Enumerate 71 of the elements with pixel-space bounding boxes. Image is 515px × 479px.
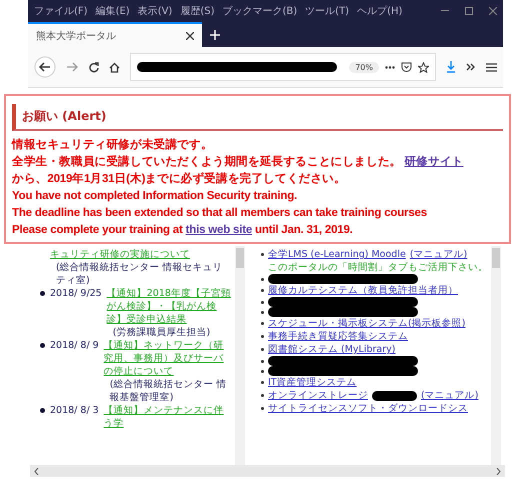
scrollbar[interactable] xyxy=(235,246,245,465)
address-bar[interactable]: 70% xyxy=(130,53,436,81)
browser-tab[interactable]: 熊本大学ポータル xyxy=(28,22,202,47)
bullet-icon xyxy=(261,310,264,314)
bullet-icon xyxy=(261,300,264,304)
system-link[interactable]: オンラインストレージ xyxy=(268,389,368,402)
news-department: (労務課職員厚生担当) xyxy=(112,326,212,339)
training-link[interactable]: this web site xyxy=(186,224,252,236)
news-date: 2018/ 8/ 3 xyxy=(50,404,99,418)
alert-text: から、2019年1月31日(木)までに必ず受講を完了してください。 xyxy=(12,173,346,185)
bullet-icon xyxy=(40,291,45,296)
bullet-icon xyxy=(261,370,264,372)
overflow-icon[interactable] xyxy=(466,63,476,71)
news-department: (総合情報統括センター 情報基盤管理室) xyxy=(108,378,228,404)
scrollbar[interactable] xyxy=(491,246,501,465)
plus-icon[interactable] xyxy=(210,30,220,40)
system-link[interactable]: 事務手続き質疑応答集システム xyxy=(268,330,408,343)
download-icon[interactable] xyxy=(446,61,456,73)
horizontal-scrollbar[interactable] xyxy=(30,465,505,477)
alert-title: お願い (Alert) xyxy=(12,104,503,131)
news-department: (総合情報統括センター 情報セキュリティ室) xyxy=(55,261,224,287)
manual-link[interactable]: (マニュアル) xyxy=(410,248,468,261)
bullet-icon xyxy=(261,348,264,351)
back-icon[interactable] xyxy=(34,56,56,78)
menu-item[interactable]: ファイル(F) xyxy=(34,4,88,18)
bullet-icon xyxy=(261,289,264,292)
reload-icon[interactable] xyxy=(88,62,99,72)
bullet-icon xyxy=(261,322,264,325)
alert-text: 全学生・教職員に受講していただくよう期間を延長することにしました。 xyxy=(12,156,402,168)
zoom-level[interactable]: 70% xyxy=(349,62,379,72)
alert-text: until Jan. 31, 2019. xyxy=(254,224,353,236)
system-link[interactable]: IT資産管理システム xyxy=(268,376,357,389)
menu-item[interactable]: 表示(V) xyxy=(138,4,172,18)
alert-text: Please complete your training at xyxy=(12,224,184,236)
bullet-icon xyxy=(261,381,264,384)
star-icon[interactable] xyxy=(418,62,429,72)
menu-item[interactable]: 編集(E) xyxy=(96,4,130,18)
minimize-icon[interactable] xyxy=(441,10,449,12)
home-icon[interactable] xyxy=(109,62,120,72)
system-link[interactable]: スケジュール・掲示板システム(掲示板参照) xyxy=(268,317,466,330)
menu-item[interactable]: ブックマーク(B) xyxy=(222,4,298,18)
alert-text: You have not completed Information Security training. xyxy=(12,190,298,202)
alert-text: 情報セキュリティ研修が未受講です。 xyxy=(12,139,213,151)
portal-note: このポータルの「時間割」タブもご活用下さい。 xyxy=(267,261,487,274)
bullet-icon xyxy=(261,335,264,338)
more-icon[interactable] xyxy=(385,66,395,68)
bullet-icon xyxy=(261,278,264,280)
news-date: 2018/ 8/ 9 xyxy=(50,339,99,353)
system-link[interactable]: 全学LMS (e-Learning) Moodle xyxy=(268,248,406,261)
forward-icon[interactable] xyxy=(66,62,78,72)
maximize-icon[interactable] xyxy=(465,7,473,15)
system-link[interactable]: 図書館システム (MyLibrary) xyxy=(268,343,396,356)
menu-item[interactable]: 履歴(S) xyxy=(180,4,214,18)
bullet-icon xyxy=(261,394,264,397)
system-link[interactable]: 履修カルテシステム（教員免許担当者用） xyxy=(268,284,458,297)
system-link[interactable]: サイトライセンスソフト・ダウンロードシス xyxy=(268,402,468,415)
bullet-icon xyxy=(261,253,264,256)
menu-icon[interactable] xyxy=(486,62,497,72)
menu-item[interactable]: ヘルプ(H) xyxy=(357,4,402,18)
menu-item[interactable]: ツール(T) xyxy=(305,4,350,18)
bullet-icon xyxy=(261,407,264,410)
close-icon[interactable] xyxy=(186,32,194,40)
training-link[interactable]: 研修サイト xyxy=(404,156,464,168)
tab-title: 熊本大学ポータル xyxy=(36,30,117,42)
manual-link[interactable]: (マニュアル) xyxy=(421,389,478,402)
news-date: 2018/ 9/25 xyxy=(50,287,102,301)
bullet-icon xyxy=(40,408,45,413)
bullet-icon xyxy=(261,360,264,362)
bullet-icon xyxy=(40,343,45,348)
alert-text: The deadline has been extended so that all members can take training courses xyxy=(12,207,427,219)
pocket-icon[interactable] xyxy=(401,62,412,72)
